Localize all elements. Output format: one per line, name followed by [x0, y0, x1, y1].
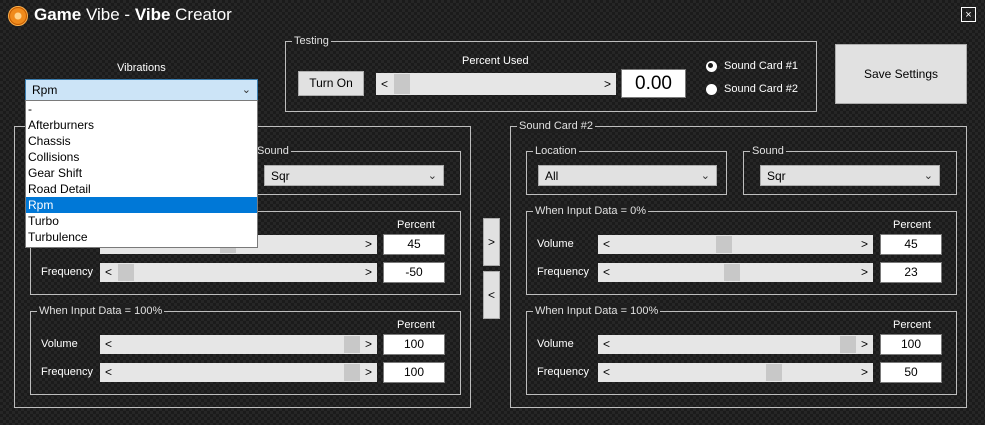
dropdown-option[interactable]: Road Detail — [26, 181, 257, 197]
percent-used-thumb[interactable] — [394, 74, 410, 94]
card1-zero-frequency-value[interactable]: -50 — [383, 262, 445, 283]
chevron-down-icon: ⌄ — [241, 84, 251, 96]
card2-full-volume-thumb[interactable] — [840, 336, 856, 353]
card1-zero-volume-value[interactable]: 45 — [383, 234, 445, 255]
card1-full-volume-thumb[interactable] — [344, 336, 360, 353]
save-settings-button[interactable]: Save Settings — [835, 44, 967, 104]
card1-full-percent-label: Percent — [397, 319, 435, 331]
card2-full-frequency-scrollbar[interactable]: < > — [598, 363, 873, 382]
scroll-right-icon[interactable]: > — [604, 73, 611, 95]
chevron-down-icon: ⌄ — [427, 170, 437, 182]
card2-location-label: Location — [533, 144, 579, 158]
card1-zero-frequency-scrollbar[interactable]: < > — [100, 263, 377, 282]
card2-zero-group-label: When Input Data = 0% — [533, 204, 648, 218]
sound-card-2-radio[interactable] — [706, 84, 717, 95]
testing-group-label: Testing — [292, 34, 331, 48]
card1-sound-value: Sqr — [271, 169, 290, 183]
scroll-left-icon[interactable]: < — [603, 363, 610, 382]
card2-sound-select[interactable]: Sqr ⌄ — [760, 165, 940, 186]
card2-zero-frequency-label: Frequency — [537, 266, 589, 278]
card1-full-group-label: When Input Data = 100% — [37, 304, 165, 318]
sound-card-1-label[interactable]: Sound Card #1 — [724, 60, 798, 72]
card1-zero-frequency-thumb[interactable] — [118, 264, 134, 281]
app-logo-icon — [8, 6, 28, 26]
card1-full-frequency-scrollbar[interactable]: < > — [100, 363, 377, 382]
card2-location-value: All — [545, 169, 559, 183]
card1-full-volume-scrollbar[interactable]: < > — [100, 335, 377, 354]
scroll-left-icon[interactable]: < — [603, 235, 610, 254]
card1-sound-select[interactable]: Sqr ⌄ — [264, 165, 444, 186]
scroll-right-icon[interactable]: > — [861, 363, 868, 382]
copy-left-button[interactable]: < — [483, 271, 500, 319]
card2-zero-volume-label: Volume — [537, 238, 574, 250]
card2-zero-volume-value[interactable]: 45 — [880, 234, 942, 255]
dropdown-option[interactable]: Turbulence — [26, 229, 257, 245]
scroll-left-icon[interactable]: < — [603, 263, 610, 282]
card2-sound-value: Sqr — [767, 169, 786, 183]
card2-zero-frequency-value[interactable]: 23 — [880, 262, 942, 283]
card2-zero-volume-scrollbar[interactable]: < > — [598, 235, 873, 254]
card1-full-volume-value[interactable]: 100 — [383, 334, 445, 355]
card2-full-frequency-label: Frequency — [537, 366, 589, 378]
card2-full-frequency-value[interactable]: 50 — [880, 362, 942, 383]
card1-full-frequency-label: Frequency — [41, 366, 93, 378]
scroll-right-icon[interactable]: > — [365, 335, 372, 354]
dropdown-option[interactable]: Collisions — [26, 149, 257, 165]
scroll-left-icon[interactable]: < — [603, 335, 610, 354]
scroll-right-icon[interactable]: > — [365, 363, 372, 382]
vibrations-select[interactable]: Rpm ⌄ — [25, 79, 258, 101]
card2-full-group-label: When Input Data = 100% — [533, 304, 661, 318]
dropdown-option[interactable]: Chassis — [26, 133, 257, 149]
scroll-left-icon[interactable]: < — [105, 335, 112, 354]
percent-used-label: Percent Used — [462, 55, 529, 67]
scroll-left-icon[interactable]: < — [105, 363, 112, 382]
dropdown-option[interactable]: Afterburners — [26, 117, 257, 133]
card2-full-percent-label: Percent — [893, 319, 931, 331]
turn-on-button[interactable]: Turn On — [298, 71, 364, 96]
card2-zero-volume-thumb[interactable] — [716, 236, 732, 253]
card1-sound-label: Sound — [255, 144, 291, 158]
card2-zero-frequency-scrollbar[interactable]: < > — [598, 263, 873, 282]
sound-card-1-radio[interactable] — [706, 61, 717, 72]
scroll-right-icon[interactable]: > — [365, 235, 372, 254]
dropdown-option[interactable]: Gear Shift — [26, 165, 257, 181]
dropdown-option[interactable]: - — [26, 101, 257, 117]
close-button[interactable]: × — [961, 7, 976, 22]
vibrations-dropdown-list: - Afterburners Chassis Collisions Gear S… — [25, 100, 258, 248]
vibrations-label: Vibrations — [117, 62, 166, 74]
vibrations-selected: Rpm — [32, 83, 58, 97]
scroll-right-icon[interactable]: > — [861, 335, 868, 354]
dropdown-option[interactable]: Turbo — [26, 213, 257, 229]
sound-card-2-label[interactable]: Sound Card #2 — [724, 83, 798, 95]
sound-card-2-group-label: Sound Card #2 — [517, 119, 595, 133]
scroll-left-icon[interactable]: < — [381, 73, 388, 95]
percent-used-value: 0.00 — [621, 69, 686, 98]
scroll-right-icon[interactable]: > — [861, 263, 868, 282]
card2-full-volume-label: Volume — [537, 338, 574, 350]
card1-full-frequency-value[interactable]: 100 — [383, 362, 445, 383]
card2-full-frequency-thumb[interactable] — [766, 364, 782, 381]
percent-used-scrollbar[interactable]: < > — [376, 73, 616, 95]
window-title: Game Vibe - Vibe Creator — [34, 5, 232, 24]
dropdown-option-selected[interactable]: Rpm — [26, 197, 257, 213]
scroll-right-icon[interactable]: > — [365, 263, 372, 282]
chevron-down-icon: ⌄ — [700, 170, 710, 182]
card1-full-volume-label: Volume — [41, 338, 78, 350]
card1-full-frequency-thumb[interactable] — [344, 364, 360, 381]
card1-zero-percent-label: Percent — [397, 219, 435, 231]
card2-sound-label: Sound — [750, 144, 786, 158]
scroll-left-icon[interactable]: < — [105, 263, 112, 282]
card2-zero-frequency-thumb[interactable] — [724, 264, 740, 281]
card2-location-select[interactable]: All ⌄ — [538, 165, 717, 186]
copy-right-button[interactable]: > — [483, 218, 500, 266]
chevron-down-icon: ⌄ — [923, 170, 933, 182]
card2-full-volume-value[interactable]: 100 — [880, 334, 942, 355]
card2-zero-percent-label: Percent — [893, 219, 931, 231]
card1-zero-frequency-label: Frequency — [41, 266, 93, 278]
scroll-right-icon[interactable]: > — [861, 235, 868, 254]
card2-full-volume-scrollbar[interactable]: < > — [598, 335, 873, 354]
